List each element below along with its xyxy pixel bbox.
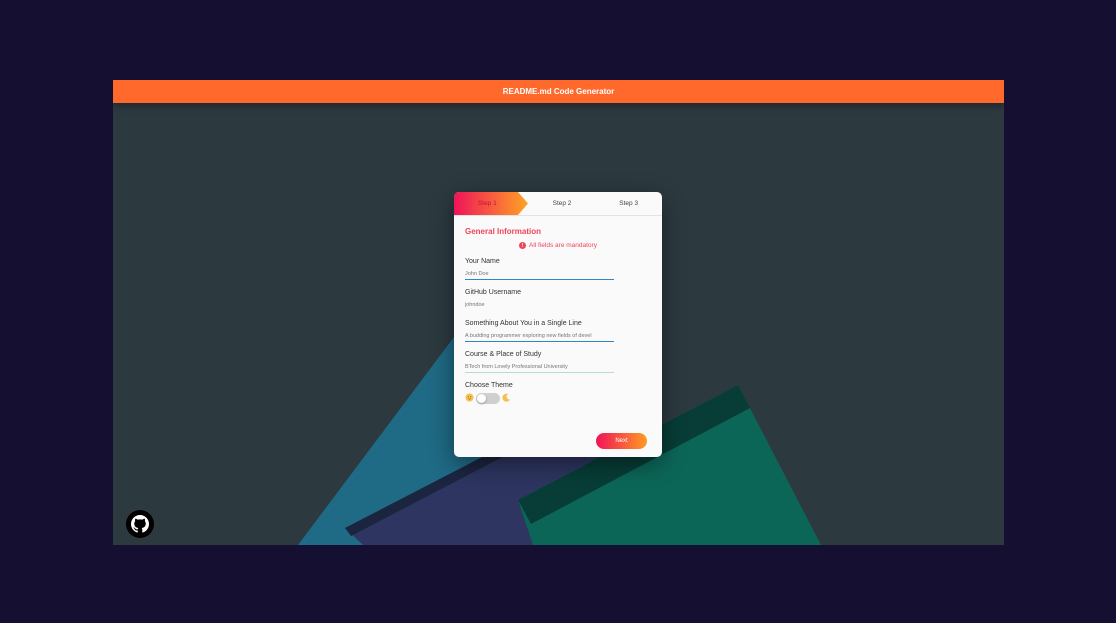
mandatory-notice: ! All fields are mandatory: [465, 242, 651, 249]
form-body: General Information ! All fields are man…: [454, 216, 662, 404]
about-you-input[interactable]: [465, 332, 614, 342]
field-course-study: Course & Place of Study: [465, 351, 651, 373]
theme-toggle-knob: [477, 394, 486, 403]
field-label-about-you: Something About You in a Single Line: [465, 320, 582, 327]
your-name-input[interactable]: [465, 270, 614, 280]
step-2[interactable]: Step 2: [529, 192, 596, 215]
mandatory-notice-text: All fields are mandatory: [529, 242, 597, 249]
field-your-name: Your Name: [465, 258, 651, 280]
field-about-you: Something About You in a Single Line: [465, 320, 651, 342]
field-label-github-username: GitHub Username: [465, 289, 522, 296]
github-username-input[interactable]: [465, 301, 614, 311]
form-card: Step 1 Step 2 Step 3 General Information…: [454, 192, 662, 457]
app-frame: README.md Code Generator Step 1 Step 2 S…: [113, 80, 1004, 545]
course-study-input[interactable]: [465, 363, 614, 373]
stepper: Step 1 Step 2 Step 3: [454, 192, 662, 216]
moon-icon: [502, 393, 511, 404]
field-label-your-name: Your Name: [465, 258, 500, 265]
field-label-theme: Choose Theme: [465, 382, 513, 389]
sun-face-icon: [465, 393, 474, 404]
step-3[interactable]: Step 3: [595, 192, 662, 215]
info-icon: !: [519, 242, 527, 249]
step-1[interactable]: Step 1: [454, 192, 521, 215]
field-theme: Choose Theme: [465, 382, 651, 404]
next-button[interactable]: Next: [596, 433, 647, 449]
theme-row: [465, 393, 651, 404]
app-header: README.md Code Generator: [113, 80, 1004, 103]
app-title: README.md Code Generator: [502, 87, 615, 96]
field-github-username: GitHub Username: [465, 289, 651, 311]
field-label-course-study: Course & Place of Study: [465, 351, 542, 358]
section-title: General Information: [465, 227, 542, 236]
github-icon[interactable]: [126, 510, 154, 538]
theme-toggle[interactable]: [476, 393, 500, 404]
